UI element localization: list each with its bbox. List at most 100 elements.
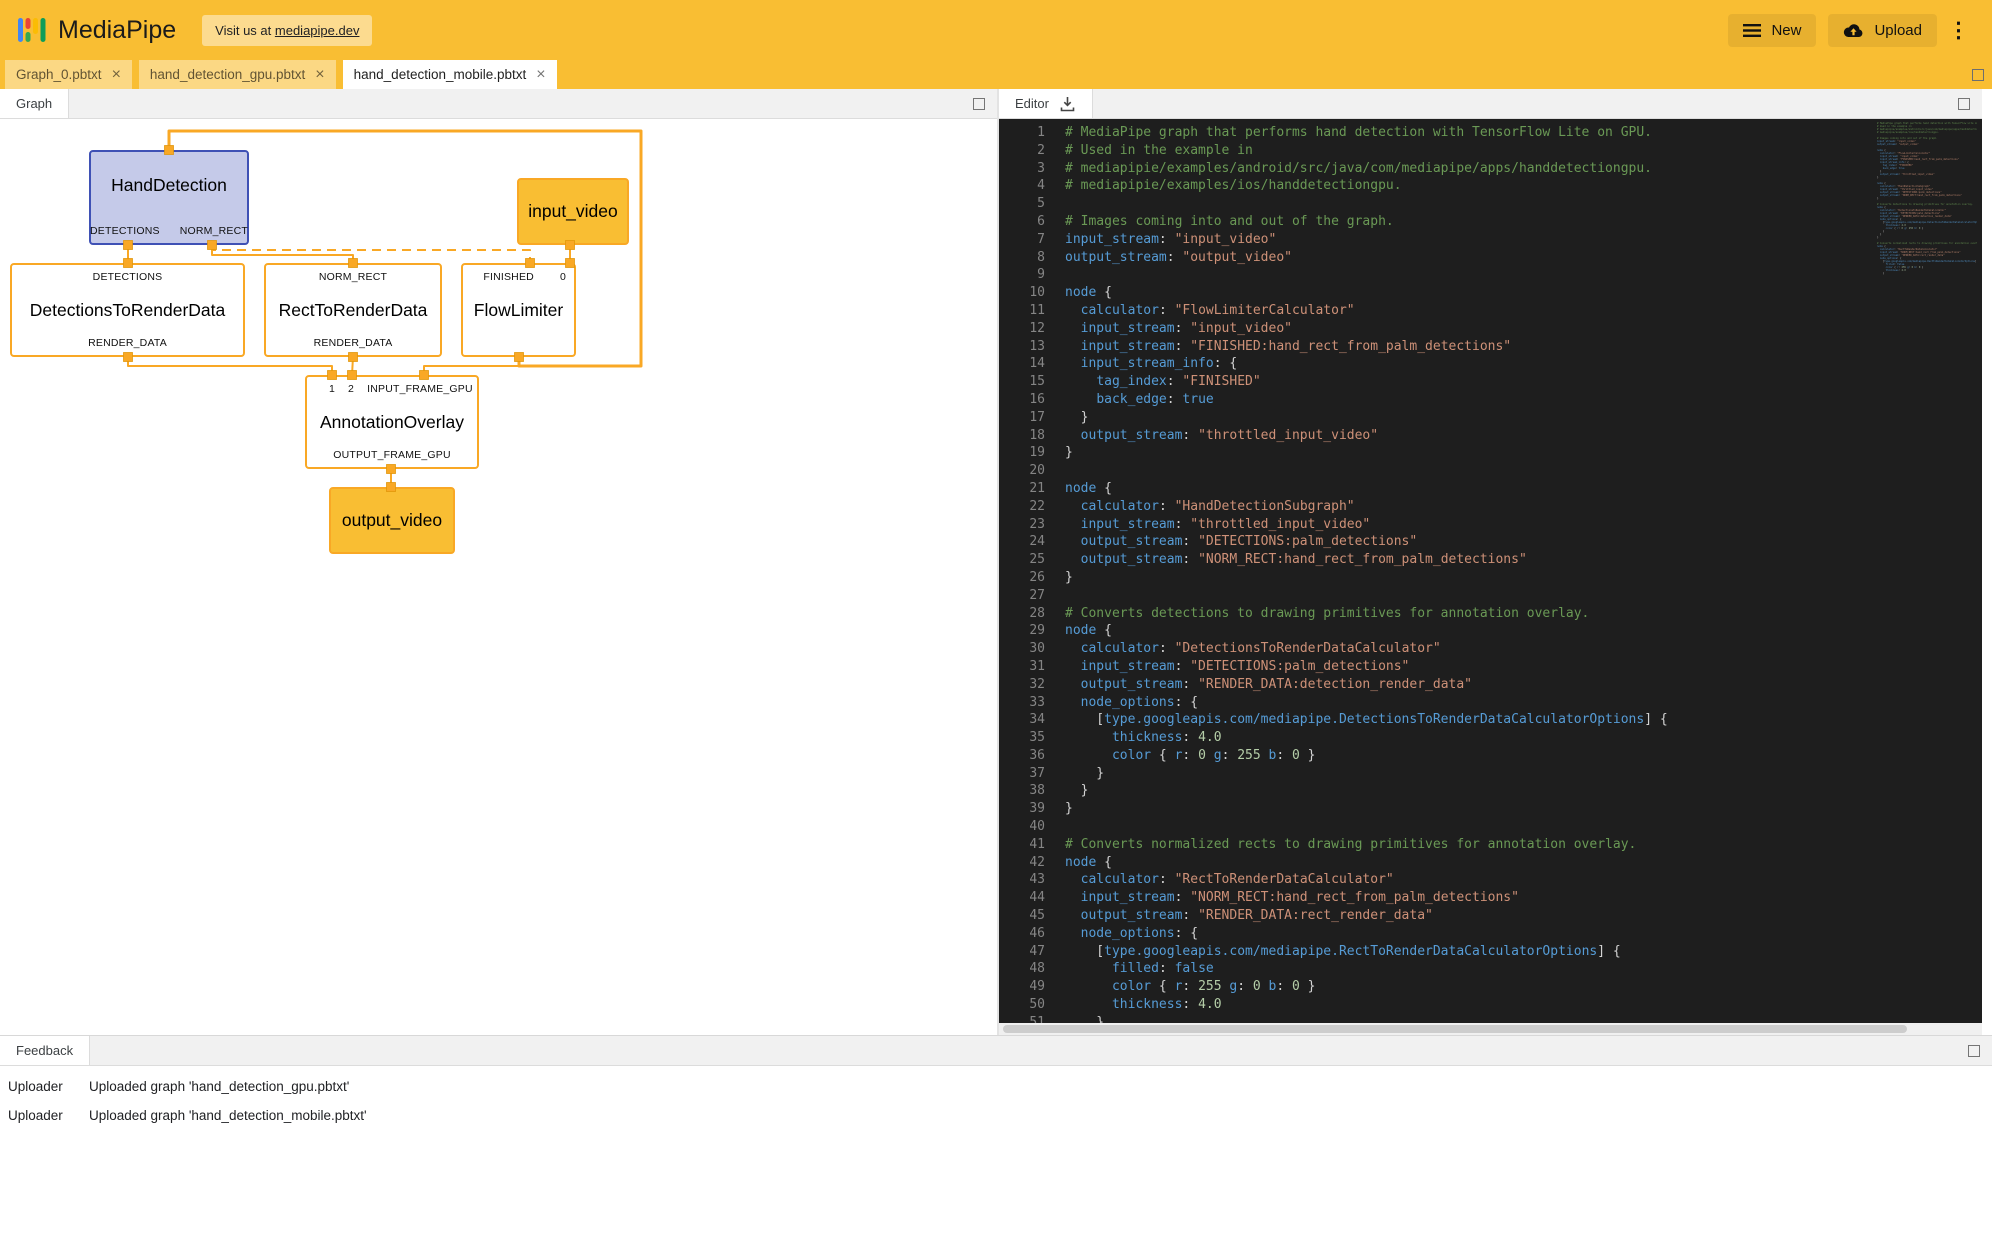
close-tab-icon[interactable]: × xyxy=(536,67,545,83)
new-button[interactable]: New xyxy=(1728,14,1816,47)
code-line[interactable]: thickness: 4.0 xyxy=(1065,729,1982,747)
code-line[interactable]: } xyxy=(1065,1014,1982,1023)
code-line[interactable] xyxy=(1065,266,1982,284)
upload-button[interactable]: Upload xyxy=(1828,14,1937,47)
app-title: MediaPipe xyxy=(58,16,176,45)
code-line[interactable]: calculator: "DetectionsToRenderDataCalcu… xyxy=(1065,640,1982,658)
code-line[interactable]: input_stream: "NORM_RECT:hand_rect_from_… xyxy=(1065,889,1982,907)
code-line[interactable]: # Converts normalized rects to drawing p… xyxy=(1065,836,1982,854)
line-number: 31 xyxy=(999,658,1061,676)
code-line[interactable]: } xyxy=(1065,409,1982,427)
code-line[interactable]: node { xyxy=(1065,622,1982,640)
code-line[interactable]: } xyxy=(1065,765,1982,783)
line-number: 41 xyxy=(999,836,1061,854)
kebab-menu-icon[interactable]: ⋮ xyxy=(1941,18,1976,43)
code-line[interactable]: } xyxy=(1065,782,1982,800)
code-line[interactable]: input_stream_info: { xyxy=(1065,355,1982,373)
code-line[interactable]: filled: false xyxy=(1065,960,1982,978)
code-line[interactable]: input_stream: "DETECTIONS:palm_detection… xyxy=(1065,658,1982,676)
code-line[interactable]: output_stream: "DETECTIONS:palm_detectio… xyxy=(1065,533,1982,551)
code-line[interactable]: } xyxy=(1065,569,1982,587)
code-line[interactable]: color { r: 255 g: 0 b: 0 } xyxy=(1065,978,1982,996)
code-line[interactable]: output_stream: "RENDER_DATA:rect_render_… xyxy=(1065,907,1982,925)
close-tab-icon[interactable]: × xyxy=(112,67,121,83)
tab-graph[interactable]: Graph xyxy=(0,89,69,118)
code-line[interactable]: color { r: 0 g: 255 b: 0 } xyxy=(1065,747,1982,765)
editor-panel: Editor 123456789101112131415161718192021… xyxy=(999,89,1982,1035)
code-line[interactable]: back_edge: true xyxy=(1065,391,1982,409)
file-tab-label: hand_detection_gpu.pbtxt xyxy=(150,67,305,82)
file-tab-hand-detection-gpu[interactable]: hand_detection_gpu.pbtxt × xyxy=(139,60,336,89)
graph-node-flow-limiter[interactable]: FINISHED 0 FlowLimiter xyxy=(461,263,576,357)
code-line[interactable]: calculator: "FlowLimiterCalculator" xyxy=(1065,302,1982,320)
graph-node-detections-to-render-data[interactable]: DETECTIONS DetectionsToRenderData RENDER… xyxy=(10,263,245,357)
code-line[interactable]: node { xyxy=(1065,480,1982,498)
line-number: 33 xyxy=(999,694,1061,712)
code-line[interactable]: # MediaPipe graph that performs hand det… xyxy=(1065,124,1982,142)
code-line[interactable]: } xyxy=(1065,800,1982,818)
code-line[interactable] xyxy=(1065,587,1982,605)
code-line[interactable]: node_options: { xyxy=(1065,694,1982,712)
code-line[interactable]: [type.googleapis.com/mediapipe.Detection… xyxy=(1065,711,1982,729)
graph-node-output-video[interactable]: output_video xyxy=(329,487,455,554)
horizontal-scrollbar-thumb[interactable] xyxy=(1003,1025,1907,1033)
code-line[interactable] xyxy=(1065,462,1982,480)
code-lines[interactable]: # MediaPipe graph that performs hand det… xyxy=(1065,119,1982,1023)
graph-node-annotation-overlay[interactable]: 1 2 INPUT_FRAME_GPU AnnotationOverlay OU… xyxy=(305,375,479,469)
node-title: FlowLimiter xyxy=(463,289,574,331)
code-line[interactable]: [type.googleapis.com/mediapipe.RectToRen… xyxy=(1065,943,1982,961)
graph-node-rect-to-render-data[interactable]: NORM_RECT RectToRenderData RENDER_DATA xyxy=(264,263,442,357)
code-line[interactable] xyxy=(1065,195,1982,213)
code-line[interactable]: calculator: "HandDetectionSubgraph" xyxy=(1065,498,1982,516)
edge-detection-render-data xyxy=(128,357,332,375)
download-icon[interactable] xyxy=(1059,96,1076,112)
code-line[interactable]: tag_index: "FINISHED" xyxy=(1065,373,1982,391)
code-line[interactable]: input_stream: "input_video" xyxy=(1065,231,1982,249)
code-line[interactable]: output_stream: "NORM_RECT:hand_rect_from… xyxy=(1065,551,1982,569)
code-line[interactable]: node { xyxy=(1065,284,1982,302)
code-line[interactable]: thickness: 4.0 xyxy=(1065,996,1982,1014)
line-number: 23 xyxy=(999,516,1061,534)
feedback-row: UploaderUploaded graph 'hand_detection_m… xyxy=(0,1101,1992,1130)
maximize-feedback-panel-icon[interactable] xyxy=(1968,1045,1980,1057)
cloud-upload-icon xyxy=(1843,22,1864,38)
code-editor[interactable]: 1234567891011121314151617181920212223242… xyxy=(999,119,1982,1035)
file-tab-hand-detection-mobile[interactable]: hand_detection_mobile.pbtxt × xyxy=(343,60,557,89)
maximize-workspace-icon[interactable] xyxy=(1972,69,1984,81)
code-line[interactable]: input_stream: "FINISHED:hand_rect_from_p… xyxy=(1065,338,1982,356)
maximize-editor-panel-icon[interactable] xyxy=(1958,98,1970,110)
code-line[interactable]: output_stream: "output_video" xyxy=(1065,249,1982,267)
code-line[interactable]: input_stream: "input_video" xyxy=(1065,320,1982,338)
horizontal-scrollbar[interactable] xyxy=(999,1023,1982,1035)
mediapipe-visualizer: MediaPipe Visit us at mediapipe.dev New … xyxy=(0,0,1992,1236)
code-line[interactable]: output_stream: "RENDER_DATA:detection_re… xyxy=(1065,676,1982,694)
code-line[interactable]: # Images coming into and out of the grap… xyxy=(1065,213,1982,231)
code-line[interactable]: input_stream: "throttled_input_video" xyxy=(1065,516,1982,534)
line-number: 15 xyxy=(999,373,1061,391)
file-tab-graph-0[interactable]: Graph_0.pbtxt × xyxy=(5,60,132,89)
graph-canvas[interactable]: HandDetection DETECTIONS NORM_RECT input… xyxy=(0,119,997,1035)
minimap-line: # Converts detections to drawing primiti… xyxy=(1877,203,1977,206)
code-line[interactable]: # Used in the example in xyxy=(1065,142,1982,160)
tab-editor[interactable]: Editor xyxy=(999,89,1093,118)
code-line[interactable]: output_stream: "throttled_input_video" xyxy=(1065,427,1982,445)
code-line[interactable]: } xyxy=(1065,444,1982,462)
code-line[interactable]: node_options: { xyxy=(1065,925,1982,943)
tab-feedback[interactable]: Feedback xyxy=(0,1036,90,1065)
code-line[interactable]: node { xyxy=(1065,854,1982,872)
minimap-line: } xyxy=(1877,272,1977,275)
code-line[interactable]: # Converts detections to drawing primiti… xyxy=(1065,605,1982,623)
code-line[interactable]: # mediapipie/examples/ios/handdetectiong… xyxy=(1065,177,1982,195)
graph-node-hand-detection[interactable]: HandDetection DETECTIONS NORM_RECT xyxy=(89,150,249,245)
maximize-graph-panel-icon[interactable] xyxy=(973,98,985,110)
code-line[interactable]: # mediapipie/examples/android/src/java/c… xyxy=(1065,160,1982,178)
close-tab-icon[interactable]: × xyxy=(315,67,324,83)
code-line[interactable]: calculator: "RectToRenderDataCalculator" xyxy=(1065,871,1982,889)
graph-node-input-video[interactable]: input_video xyxy=(517,178,629,245)
minimap[interactable]: # MediaPipe graph that performs hand det… xyxy=(1872,119,1982,1023)
mediapipe-dev-link[interactable]: mediapipe.dev xyxy=(275,23,360,38)
graph-panel: Graph HandDetection DETECTIONS NORM_RECT… xyxy=(0,89,997,1035)
code-line[interactable] xyxy=(1065,818,1982,836)
line-number: 40 xyxy=(999,818,1061,836)
line-number: 20 xyxy=(999,462,1061,480)
